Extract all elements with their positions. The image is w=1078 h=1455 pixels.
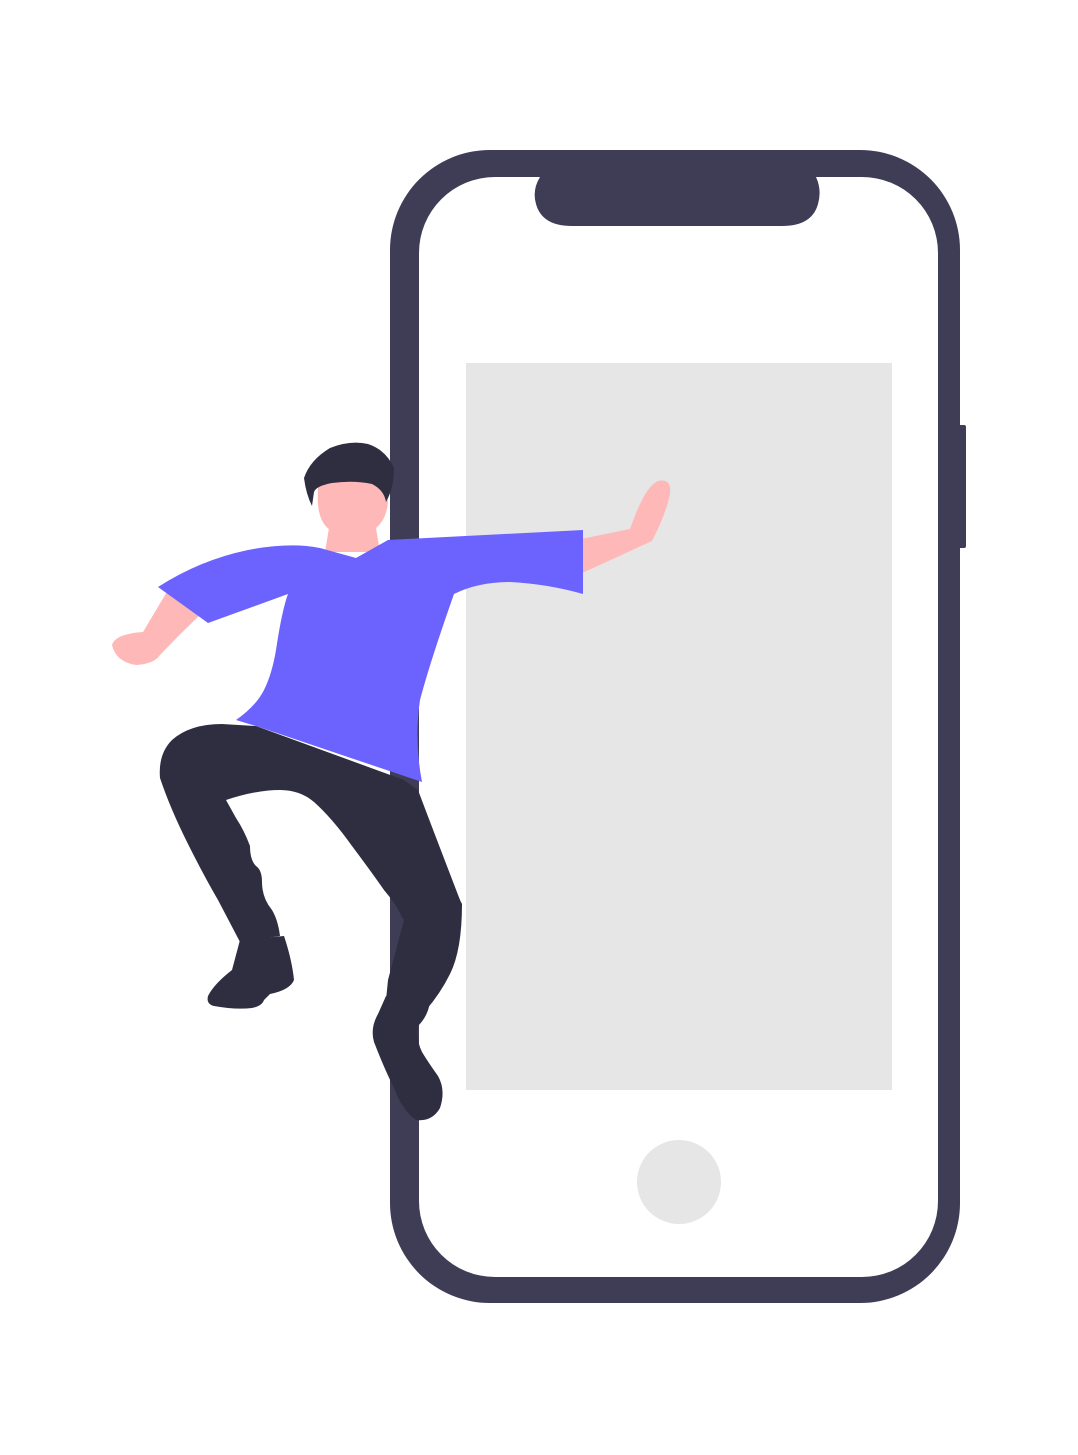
smartphone-icon <box>390 150 966 1303</box>
person-back-shoe <box>207 936 294 1009</box>
illustration-canvas <box>0 0 1078 1455</box>
phone-person-illustration <box>112 150 966 1303</box>
phone-home-button <box>637 1140 721 1224</box>
phone-content-area <box>466 363 892 1090</box>
phone-notch <box>534 177 820 226</box>
